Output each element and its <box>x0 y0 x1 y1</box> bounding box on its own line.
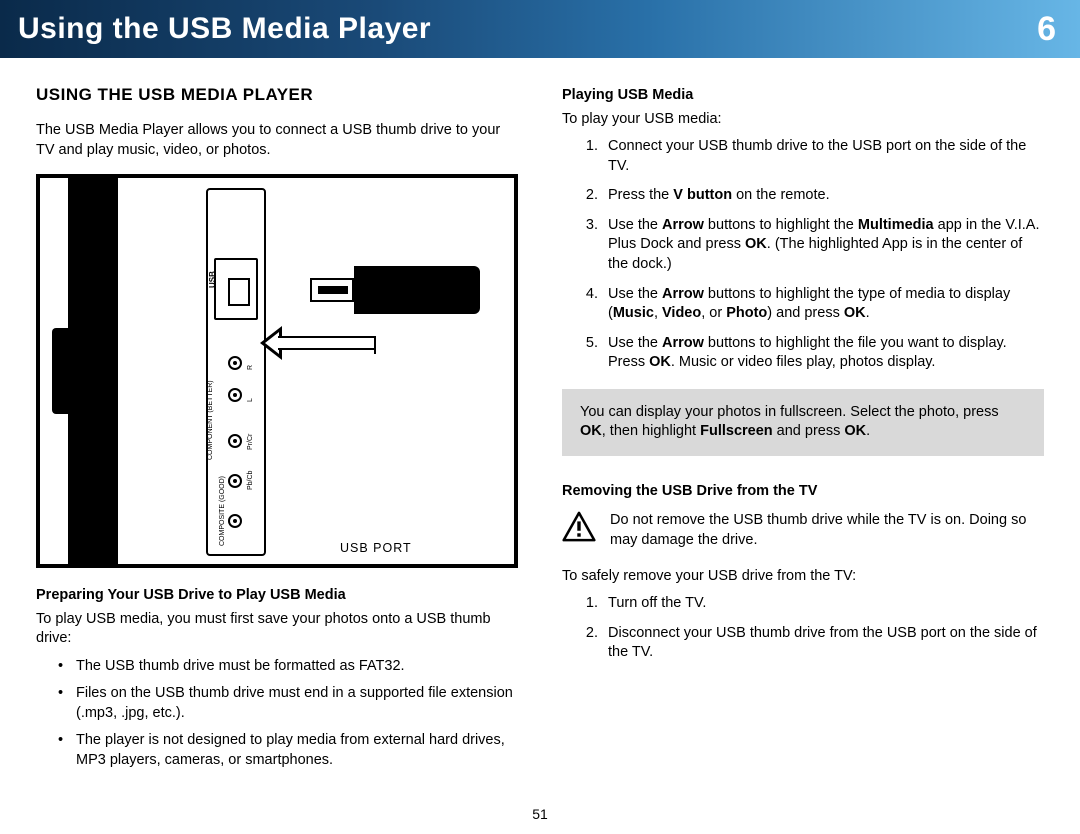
list-item: Disconnect your USB thumb drive from the… <box>602 624 1044 663</box>
tip-box: You can display your photos in fullscree… <box>562 389 1044 456</box>
jack-label-r: R <box>246 365 255 370</box>
remove-steps: Turn off the TV. Disconnect your USB thu… <box>562 594 1044 663</box>
list-item: The player is not designed to play media… <box>58 731 518 770</box>
port-panel <box>206 188 266 556</box>
list-item: Files on the USB thumb drive must end in… <box>58 684 518 723</box>
prep-subhead: Preparing Your USB Drive to Play USB Med… <box>36 586 518 606</box>
page-body: USING THE USB MEDIA PLAYER The USB Media… <box>0 58 1080 785</box>
usb-label: USB <box>208 271 219 288</box>
list-item: Use the Arrow buttons to highlight the M… <box>602 216 1044 275</box>
warning-row: Do not remove the USB thumb drive while … <box>562 511 1044 550</box>
list-item: Press the V button on the remote. <box>602 186 1044 206</box>
composite-label: COMPOSITE (GOOD) <box>218 476 227 546</box>
usb-illustration: USB R L Pr/Cr Pb/Cb COMPONENT (BETTER) C… <box>36 174 518 568</box>
illustration-caption: USB PORT <box>340 540 412 557</box>
chapter-number: 6 <box>1037 10 1056 49</box>
arrow-shaft <box>278 336 374 350</box>
play-intro: To play your USB media: <box>562 110 1044 130</box>
list-item: Use the Arrow buttons to highlight the f… <box>602 334 1044 373</box>
tv-tab <box>52 328 78 414</box>
warning-icon <box>562 511 596 549</box>
list-item: Turn off the TV. <box>602 594 1044 614</box>
remove-intro: To safely remove your USB drive from the… <box>562 567 1044 587</box>
jack-label-pr: Pr/Cr <box>246 434 255 450</box>
left-column: USING THE USB MEDIA PLAYER The USB Media… <box>36 84 518 785</box>
jack-l <box>228 388 242 402</box>
chapter-title: Using the USB Media Player <box>18 12 431 46</box>
intro-text: The USB Media Player allows you to conne… <box>36 121 518 160</box>
jack-label-l: L <box>246 398 255 402</box>
jack-y <box>228 514 242 528</box>
usb-port-icon <box>214 258 258 320</box>
usb-drive-icon <box>310 266 480 314</box>
jack-r <box>228 356 242 370</box>
play-subhead: Playing USB Media <box>562 86 1044 106</box>
component-label: COMPONENT (BETTER) <box>206 380 215 460</box>
prep-bullets: The USB thumb drive must be formatted as… <box>36 657 518 771</box>
section-heading: USING THE USB MEDIA PLAYER <box>36 84 518 107</box>
play-steps: Connect your USB thumb drive to the USB … <box>562 137 1044 373</box>
jack-pr <box>228 434 242 448</box>
jack-label-pb: Pb/Cb <box>246 471 255 490</box>
list-item: Use the Arrow buttons to highlight the t… <box>602 285 1044 324</box>
prep-intro: To play USB media, you must first save y… <box>36 610 518 649</box>
chapter-header: Using the USB Media Player 6 <box>0 0 1080 58</box>
right-column: Playing USB Media To play your USB media… <box>562 84 1044 785</box>
page-number: 51 <box>0 806 1080 822</box>
jack-pb <box>228 474 242 488</box>
warning-text: Do not remove the USB thumb drive while … <box>610 511 1044 550</box>
remove-subhead: Removing the USB Drive from the TV <box>562 482 1044 502</box>
list-item: The USB thumb drive must be formatted as… <box>58 657 518 677</box>
list-item: Connect your USB thumb drive to the USB … <box>602 137 1044 176</box>
